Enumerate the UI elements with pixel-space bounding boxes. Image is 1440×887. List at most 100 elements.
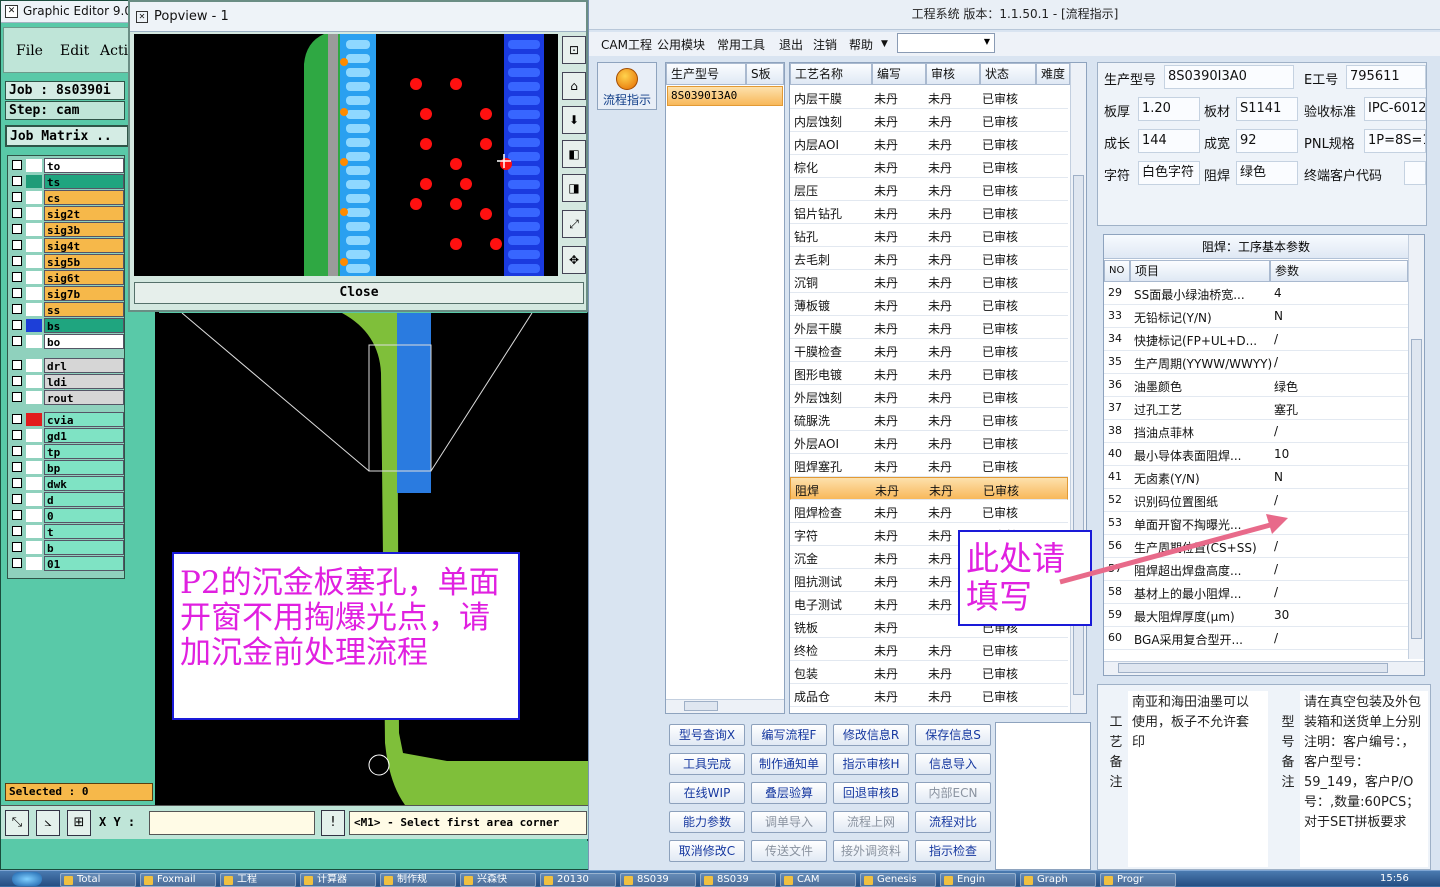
menu-common-modules[interactable]: 公用模块 (657, 36, 705, 53)
params-row[interactable]: 41 无卤素(Y/N) N (1104, 466, 1408, 489)
layer-checkbox[interactable] (12, 526, 22, 536)
action-button[interactable]: 回退审核B (833, 782, 909, 804)
process-row[interactable]: 钻孔 未丹 未丹 已审核 (790, 224, 1068, 247)
process-row[interactable]: 干膜检查 未丹 未丹 已审核 (790, 339, 1068, 362)
params-row[interactable]: 35 生产周期(YYWW/WWYY) / (1104, 351, 1408, 374)
layer-checkbox[interactable] (12, 494, 22, 504)
model-list-hscroll[interactable] (666, 699, 784, 713)
params-col-value[interactable]: 参数 (1270, 260, 1408, 282)
layer-checkbox[interactable] (12, 240, 22, 250)
layer-checkbox[interactable] (12, 392, 22, 402)
layer-row[interactable]: to (10, 158, 124, 173)
action-button[interactable]: 接外调资料 (833, 840, 909, 862)
layer-checkbox[interactable] (12, 446, 22, 456)
model-remark-text[interactable]: 请在真空包装及外包装箱和送货单上分别注明：客户编号：，客户型号：59_149，客… (1300, 691, 1428, 867)
layer-checkbox[interactable] (12, 192, 22, 202)
params-col-no[interactable]: NO (1104, 260, 1130, 282)
layer-row[interactable]: sig5b (10, 254, 124, 269)
params-row[interactable]: 60 BGA采用复合型开... / (1104, 627, 1408, 650)
start-button[interactable] (12, 872, 42, 886)
process-row[interactable]: 薄板镀 未丹 未丹 已审核 (790, 293, 1068, 316)
layer-checkbox[interactable] (12, 478, 22, 488)
xy-input[interactable] (149, 811, 315, 835)
layer-row[interactable]: 0 (10, 508, 124, 523)
flow-indicator-button[interactable]: 流程指示 (597, 62, 657, 110)
process-row[interactable]: 外层AOI 未丹 未丹 已审核 (790, 431, 1068, 454)
process-row[interactable]: 外层蚀刻 未丹 未丹 已审核 (790, 385, 1068, 408)
layer-row[interactable]: ldi (10, 374, 124, 389)
width-field[interactable]: 92 (1236, 129, 1298, 153)
process-row[interactable]: 成品仓 未丹 未丹 已审核 (790, 684, 1068, 707)
zoom-out-icon[interactable]: ⬇ (562, 106, 586, 134)
popview-titlebar[interactable]: ✕ Popview - 1 (130, 2, 586, 32)
process-row[interactable]: 去毛刺 未丹 未丹 已审核 (790, 247, 1068, 270)
action-button[interactable]: 修改信息R (833, 724, 909, 746)
home-icon[interactable]: ⌂ (562, 72, 586, 100)
process-row[interactable]: 内层蚀刻 未丹 未丹 已审核 (790, 109, 1068, 132)
action-button[interactable]: 指示检查 (915, 840, 991, 862)
customer-field[interactable] (1404, 161, 1426, 185)
layer-row[interactable]: tp (10, 444, 124, 459)
process-row[interactable]: 包装 未丹 未丹 已审核 (790, 661, 1068, 684)
pan-right-icon[interactable]: ◨ (562, 174, 586, 202)
layer-row[interactable]: drl (10, 358, 124, 373)
params-row[interactable]: 36 油墨颜色 绿色 (1104, 374, 1408, 397)
process-row[interactable]: 阻焊塞孔 未丹 未丹 已审核 (790, 454, 1068, 477)
menu-cam[interactable]: CAM工程 (601, 36, 652, 53)
craft-remark-text[interactable]: 南亚和海田油墨可以使用，板子不允许套印 (1128, 691, 1268, 867)
action-button[interactable]: 编写流程F (751, 724, 827, 746)
layer-row[interactable]: cvia (10, 412, 124, 427)
process-row[interactable]: 内层AOI 未丹 未丹 已审核 (790, 132, 1068, 155)
expand-icon[interactable]: ⤢ (562, 210, 586, 238)
layer-checkbox[interactable] (12, 430, 22, 440)
params-row[interactable]: 40 最小导体表面阻焊... 10 (1104, 443, 1408, 466)
col-header-model[interactable]: 生产型号 (666, 63, 746, 85)
action-button[interactable]: 能力参数 (669, 811, 745, 833)
taskbar-item[interactable]: Total (60, 873, 136, 887)
params-vscroll[interactable] (1408, 235, 1424, 659)
es-titlebar[interactable]: 工程系统 版本：1.1.50.1 - [流程指示] (589, 0, 1440, 30)
layer-checkbox[interactable] (12, 542, 22, 552)
layer-row[interactable]: b (10, 540, 124, 555)
layer-row[interactable]: ss (10, 302, 124, 317)
menu-exit[interactable]: 退出 (779, 36, 803, 53)
layer-row[interactable]: bp (10, 460, 124, 475)
col-header-reviewer[interactable]: 审核 (926, 63, 980, 85)
layer-checkbox[interactable] (12, 336, 22, 346)
action-button[interactable]: 制作通知单 (751, 753, 827, 775)
taskbar-item[interactable]: Graph (1020, 873, 1096, 887)
action-button[interactable]: 在线WIP (669, 782, 745, 804)
layer-row[interactable]: dwk (10, 476, 124, 491)
taskbar-item[interactable]: Engin (940, 873, 1016, 887)
process-row[interactable]: 内层干膜 未丹 未丹 已审核 (790, 86, 1068, 109)
layer-row[interactable]: 01 (10, 556, 124, 571)
process-row[interactable]: 图形电镀 未丹 未丹 已审核 (790, 362, 1068, 385)
layer-row[interactable]: sig7b (10, 286, 124, 301)
standard-field[interactable]: IPC-6012 (1364, 97, 1426, 121)
col-header-difficulty[interactable]: 难度 (1036, 63, 1070, 85)
params-hscroll[interactable] (1104, 661, 1424, 675)
e-no-field[interactable]: 795611 (1346, 65, 1426, 89)
job-matrix-button[interactable]: Job Matrix .. (5, 125, 129, 147)
layer-checkbox[interactable] (12, 414, 22, 424)
taskbar-item[interactable]: 工程 (220, 873, 296, 887)
grid-tool-icon[interactable]: ⊞ (67, 810, 91, 836)
process-row[interactable]: 硫脲洗 未丹 未丹 已审核 (790, 408, 1068, 431)
menu-help[interactable]: 帮助 (849, 36, 873, 53)
menu-logout[interactable]: 注销 (813, 36, 837, 53)
layer-checkbox[interactable] (12, 360, 22, 370)
col-header-writer[interactable]: 编写 (872, 63, 926, 85)
action-button[interactable]: 流程对比 (915, 811, 991, 833)
layer-checkbox[interactable] (12, 376, 22, 386)
measure-tool-icon[interactable]: ⦣ (36, 810, 60, 836)
taskbar-item[interactable]: 8S039 (620, 873, 696, 887)
taskbar-item[interactable]: Progr (1100, 873, 1176, 887)
action-button[interactable]: 保存信息S (915, 724, 991, 746)
process-row[interactable]: 沉铜 未丹 未丹 已审核 (790, 270, 1068, 293)
popview-canvas[interactable] (134, 34, 558, 276)
layer-checkbox[interactable] (12, 304, 22, 314)
action-button[interactable]: 调单导入 (751, 811, 827, 833)
move-icon[interactable]: ✥ (562, 246, 586, 274)
layer-checkbox[interactable] (12, 288, 22, 298)
process-row[interactable]: 阻焊检查 未丹 未丹 已审核 (790, 500, 1068, 523)
